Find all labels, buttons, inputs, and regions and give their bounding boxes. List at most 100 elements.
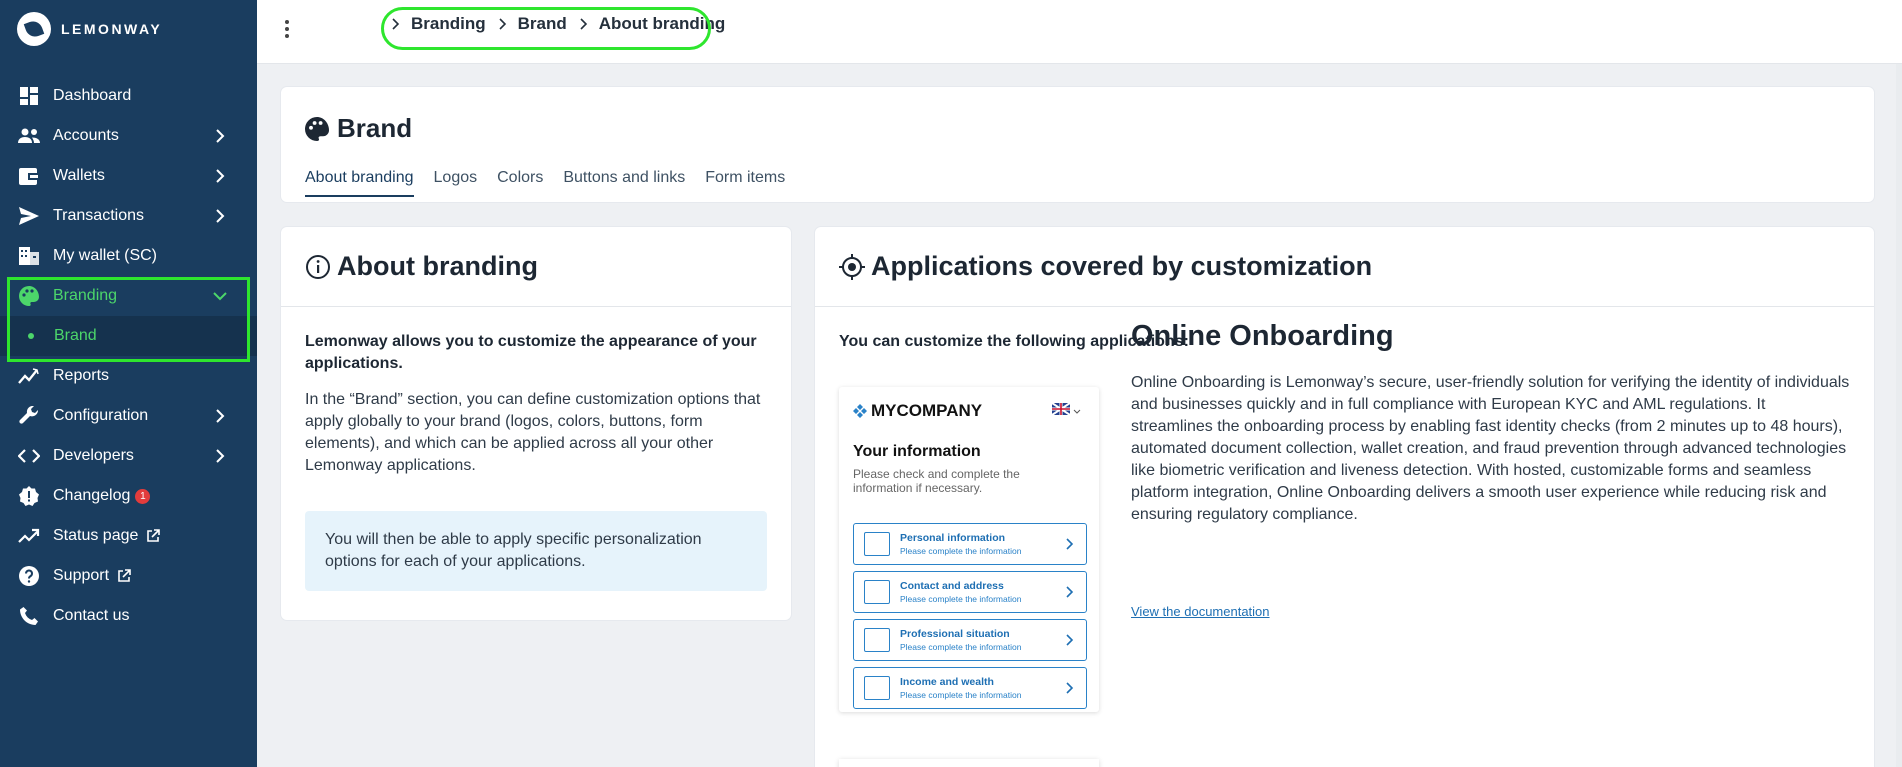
preview-row-title: Income and wealth bbox=[900, 676, 994, 688]
chevron-right-icon bbox=[216, 169, 225, 183]
dashboard-icon bbox=[18, 85, 40, 107]
people-icon bbox=[18, 125, 40, 147]
chevron-right-icon bbox=[1066, 538, 1074, 550]
target-icon bbox=[839, 253, 865, 280]
sidebar-item-label: Brand bbox=[54, 327, 97, 344]
tab-colors[interactable]: Colors bbox=[497, 169, 543, 197]
sidebar-item-wallets[interactable]: Wallets bbox=[0, 156, 257, 196]
top-bar: Branding Brand About branding bbox=[257, 0, 1902, 64]
sidebar-item-support[interactable]: Support bbox=[0, 556, 257, 596]
preview-row-title: Personal information bbox=[900, 532, 1006, 544]
sidebar-item-changelog[interactable]: Changelog 1 bbox=[0, 476, 257, 516]
contact-book-icon bbox=[864, 580, 890, 604]
about-branding-body: Lemonway allows you to customize the app… bbox=[281, 307, 791, 615]
sidebar-item-label: Dashboard bbox=[53, 87, 132, 104]
briefcase-icon bbox=[864, 628, 890, 652]
sidebar-item-label: Branding bbox=[53, 287, 118, 304]
chevron-right-icon bbox=[216, 449, 225, 463]
chevron-right-icon bbox=[499, 18, 506, 30]
trend-up-icon bbox=[18, 525, 40, 547]
preview-row: Contact and address Please complete the i… bbox=[853, 571, 1087, 613]
sidebar-item-label: Support bbox=[53, 567, 110, 584]
calculator-icon bbox=[864, 676, 890, 700]
trend-chart-icon bbox=[18, 365, 40, 387]
logo-text: LEMONWAY bbox=[61, 21, 163, 37]
sidebar-item-accounts[interactable]: Accounts bbox=[0, 116, 257, 156]
sidebar-item-label: Wallets bbox=[53, 167, 105, 184]
sidebar-item-brand[interactable]: Brand bbox=[0, 316, 257, 356]
sidebar-item-developers[interactable]: Developers bbox=[0, 436, 257, 476]
view-documentation-link[interactable]: View the documentation bbox=[1131, 604, 1270, 619]
logo[interactable]: LEMONWAY bbox=[17, 12, 162, 46]
sidebar: LEMONWAY Dashboard Accounts Wallets Tran… bbox=[0, 0, 257, 767]
sidebar-item-transactions[interactable]: Transactions bbox=[0, 196, 257, 236]
sidebar-item-dashboard[interactable]: Dashboard bbox=[0, 76, 257, 116]
breadcrumb-item-brand[interactable]: Brand bbox=[518, 14, 567, 34]
send-icon bbox=[18, 205, 40, 227]
chevron-right-icon bbox=[216, 129, 225, 143]
sidebar-item-label: Changelog bbox=[53, 487, 131, 504]
tab-logos[interactable]: Logos bbox=[434, 169, 478, 197]
applications-card: Applications covered by customization Yo… bbox=[815, 227, 1874, 767]
sidebar-item-my-wallet[interactable]: My wallet (SC) bbox=[0, 236, 257, 276]
phone-icon bbox=[18, 605, 40, 627]
sidebar-item-contact-us[interactable]: Contact us bbox=[0, 596, 257, 636]
page-scrollbar[interactable] bbox=[1896, 64, 1902, 767]
tab-form-items[interactable]: Form items bbox=[705, 169, 785, 197]
wallet-icon bbox=[18, 165, 40, 187]
id-card-icon bbox=[864, 532, 890, 556]
wrench-icon bbox=[18, 405, 40, 427]
info-icon bbox=[306, 254, 330, 279]
lemonway-logo-icon bbox=[17, 12, 51, 46]
sidebar-item-branding[interactable]: Branding bbox=[0, 276, 257, 316]
page-title-text: Brand bbox=[337, 113, 413, 143]
breadcrumb-item-branding[interactable]: Branding bbox=[411, 14, 486, 34]
external-link-icon bbox=[147, 529, 161, 542]
external-link-icon bbox=[118, 569, 131, 582]
breadcrumb-item-about-branding: About branding bbox=[598, 14, 726, 33]
preview-rows: Personal information Please complete the … bbox=[853, 523, 1087, 715]
tab-about-branding[interactable]: About branding bbox=[305, 169, 414, 197]
sidebar-item-label: My wallet (SC) bbox=[53, 247, 158, 264]
breadcrumb: Branding Brand About branding bbox=[383, 14, 725, 34]
info-note-text: You will then be able to apply specific … bbox=[325, 531, 702, 570]
help-circle-icon bbox=[18, 565, 40, 587]
sidebar-item-status-page[interactable]: Status page bbox=[0, 516, 257, 556]
preview-row: Income and wealth Please complete the inf… bbox=[853, 667, 1087, 709]
tab-buttons-and-links[interactable]: Buttons and links bbox=[563, 169, 685, 197]
preview-brand-text: MYCOMPANY bbox=[871, 401, 983, 420]
code-icon bbox=[18, 445, 40, 467]
alert-badge-icon bbox=[18, 485, 40, 507]
more-vertical-icon[interactable] bbox=[283, 19, 291, 39]
palette-icon bbox=[305, 116, 329, 141]
preview-row-sub: Please complete the information bbox=[900, 594, 1022, 604]
about-description: In the “Brand” section, you can define c… bbox=[305, 391, 761, 474]
applications-header: Applications covered by customization bbox=[815, 227, 1874, 307]
chevron-right-icon bbox=[216, 209, 225, 223]
preview-subtitle: Please check and complete the informatio… bbox=[853, 467, 1020, 495]
preview-title: Your information bbox=[853, 443, 981, 460]
sidebar-item-label: Developers bbox=[53, 447, 134, 464]
brand-header-card: Brand About branding Logos Colors Button… bbox=[281, 87, 1874, 202]
about-branding-title: About branding bbox=[337, 251, 538, 281]
onboarding-preview-image: MYCOMPANY Your information Please check … bbox=[839, 387, 1099, 712]
sidebar-item-configuration[interactable]: Configuration bbox=[0, 396, 257, 436]
about-lead: Lemonway allows you to customize the app… bbox=[305, 333, 757, 372]
company-logo-icon bbox=[853, 404, 867, 418]
bullet-icon bbox=[28, 333, 34, 339]
next-app-preview-image bbox=[839, 759, 1099, 767]
chevron-down-icon bbox=[1073, 409, 1081, 414]
palette-icon bbox=[18, 285, 40, 307]
preview-row-title: Professional situation bbox=[900, 628, 1010, 640]
sidebar-item-label: Transactions bbox=[53, 207, 144, 224]
preview-brand: MYCOMPANY bbox=[853, 401, 982, 421]
sidebar-item-reports[interactable]: Reports bbox=[0, 356, 257, 396]
app-title: Online Onboarding bbox=[1131, 320, 1394, 352]
chevron-right-icon bbox=[1066, 634, 1074, 646]
chevron-right-icon bbox=[392, 18, 400, 30]
applications-title: Applications covered by customization bbox=[871, 251, 1373, 281]
sidebar-item-label: Configuration bbox=[53, 407, 149, 424]
preview-row: Professional situation Please complete th… bbox=[853, 619, 1087, 661]
sidebar-item-label: Accounts bbox=[53, 127, 119, 144]
preview-row: Personal information Please complete the … bbox=[853, 523, 1087, 565]
